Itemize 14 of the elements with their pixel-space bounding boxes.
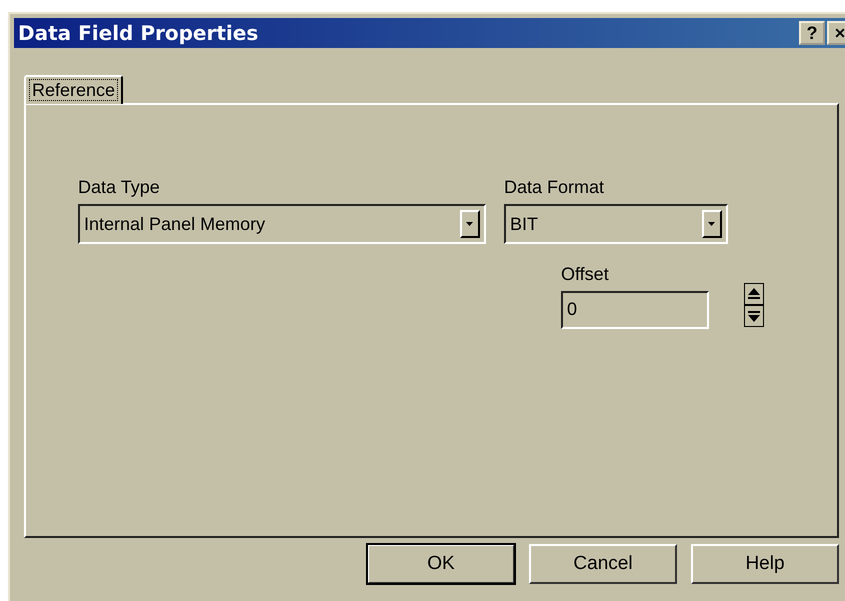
dropdown[interactable]: BIT: [504, 204, 728, 244]
window-title: Data Field Properties: [18, 21, 258, 45]
field-label: Offset: [561, 264, 610, 285]
dialog-button[interactable]: Help: [691, 544, 839, 584]
tab[interactable]: Reference: [24, 75, 124, 104]
field-label: Data Format: [504, 177, 606, 198]
help-button[interactable]: ?: [799, 21, 825, 45]
close-button[interactable]: ×: [827, 21, 845, 45]
ok-button[interactable]: OK: [367, 544, 515, 584]
dropdown[interactable]: Internal Panel Memory: [78, 204, 486, 244]
input-field[interactable]: 0: [561, 291, 709, 329]
spinner-buttons[interactable]: [744, 283, 764, 327]
field-label: Data Type: [78, 177, 161, 198]
dialog-button[interactable]: Cancel: [529, 544, 677, 584]
